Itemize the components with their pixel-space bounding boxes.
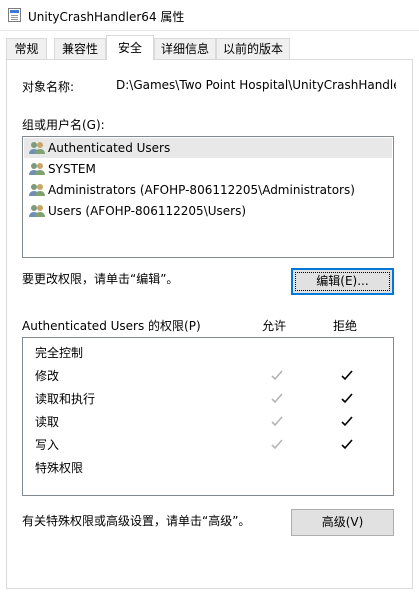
permission-name-read: 读取	[35, 415, 60, 429]
list-item-label: Users (AFOHP-806112205\Users)	[48, 204, 247, 218]
permission-name-modify: 修改	[35, 369, 60, 383]
edit-button[interactable]: 编辑(E)...	[291, 268, 394, 295]
tab-compatibility[interactable]: 兼容性	[54, 38, 106, 59]
title-bar: UnityCrashHandler64 属性	[0, 0, 419, 31]
allow-check-icon	[271, 416, 283, 428]
allow-header: 允许	[262, 319, 287, 333]
permissions-list[interactable]: 完全控制 修改 读取和执行 读取 写入 特殊权限	[22, 337, 394, 496]
list-item-label: SYSTEM	[48, 162, 96, 176]
tab-security[interactable]: 安全	[106, 35, 154, 60]
permission-name-write: 写入	[35, 438, 60, 452]
users-icon	[28, 161, 46, 177]
permission-name-special: 特殊权限	[35, 461, 84, 475]
list-item[interactable]: Users (AFOHP-806112205\Users)	[24, 201, 392, 221]
tab-previous-versions[interactable]: 以前的版本	[216, 38, 290, 59]
permissions-title: Authenticated Users 的权限(P)	[22, 319, 201, 333]
list-item-label: Authenticated Users	[48, 141, 171, 155]
deny-check-icon	[341, 439, 353, 451]
list-item[interactable]: Administrators (AFOHP-806112205\Administ…	[24, 180, 392, 200]
permission-name-full-control: 完全控制	[35, 346, 84, 360]
deny-check-icon	[341, 416, 353, 428]
advanced-hint: 有关特殊权限或高级设置，请单击“高级”。	[22, 514, 251, 528]
users-icon	[28, 140, 46, 156]
edit-hint: 要更改权限，请单击“编辑”。	[22, 272, 179, 286]
window-title: UnityCrashHandler64 属性	[28, 10, 185, 24]
users-icon	[28, 182, 46, 198]
advanced-button[interactable]: 高级(V)	[291, 509, 394, 536]
users-icon	[28, 203, 46, 219]
app-icon	[8, 8, 21, 22]
allow-check-icon	[271, 393, 283, 405]
list-item[interactable]: Authenticated Users	[24, 138, 392, 158]
deny-header: 拒绝	[333, 319, 358, 333]
tab-general[interactable]: 常规	[6, 38, 47, 59]
deny-check-icon	[341, 393, 353, 405]
groups-label: 组或用户名(G):	[22, 118, 105, 132]
deny-check-icon	[341, 370, 353, 382]
tab-details[interactable]: 详细信息	[154, 38, 216, 59]
allow-check-icon	[271, 370, 283, 382]
list-item-label: Administrators (AFOHP-806112205\Administ…	[48, 183, 355, 197]
object-name-value: D:\Games\Two Point Hospital\UnityCrashHa…	[116, 78, 396, 92]
permission-name-read-execute: 读取和执行	[35, 392, 96, 406]
groups-listbox[interactable]: Authenticated Users SYSTEM Administrator…	[22, 136, 394, 258]
list-item[interactable]: SYSTEM	[24, 159, 392, 179]
allow-check-icon	[271, 439, 283, 451]
object-name-label: 对象名称:	[22, 80, 75, 94]
